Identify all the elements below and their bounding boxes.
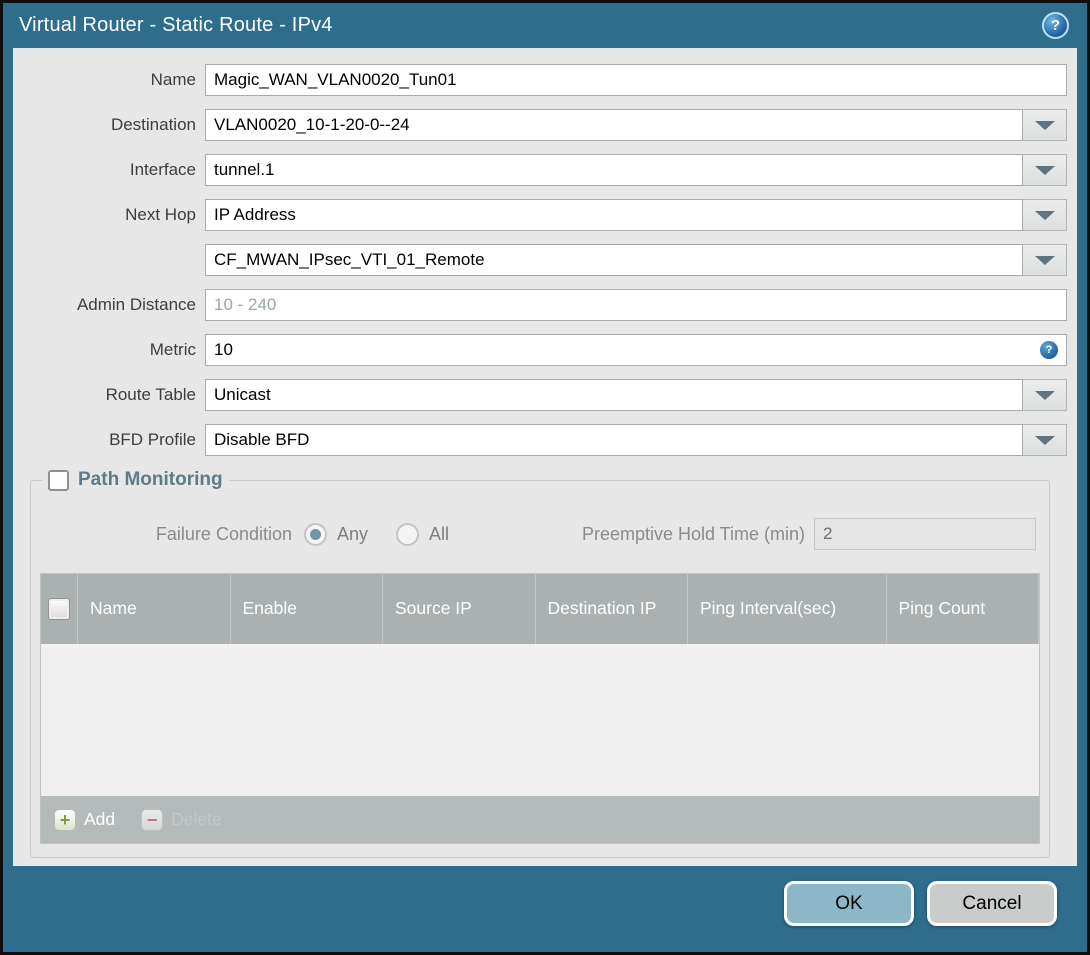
failure-condition-all-label: All xyxy=(429,523,450,544)
dialog-footer: OK Cancel xyxy=(3,866,1087,952)
next-hop-label: Next Hop xyxy=(125,205,196,224)
static-route-dialog: Virtual Router - Static Route - IPv4 ? N… xyxy=(0,0,1090,955)
interface-dropdown-button[interactable] xyxy=(1023,154,1067,186)
next-hop-address-dropdown-button[interactable] xyxy=(1023,244,1067,276)
route-table-row: Route Table xyxy=(13,379,1067,411)
name-label: Name xyxy=(150,70,196,89)
chevron-down-icon xyxy=(1034,120,1055,130)
column-header-name: Name xyxy=(78,574,231,644)
column-header-ping-count: Ping Count xyxy=(887,574,1039,644)
preemptive-hold-time-label: Preemptive Hold Time (min) xyxy=(581,523,805,544)
next-hop-dropdown-button[interactable] xyxy=(1023,199,1067,231)
admin-distance-input[interactable] xyxy=(205,289,1067,321)
name-input[interactable] xyxy=(205,64,1067,96)
path-monitoring-label: Path Monitoring xyxy=(78,469,223,490)
delete-icon: − xyxy=(141,808,164,831)
path-monitoring-checkbox[interactable] xyxy=(48,469,69,491)
bfd-profile-label: BFD Profile xyxy=(109,430,196,449)
interface-label: Interface xyxy=(129,160,196,179)
failure-condition-any-radio xyxy=(304,522,327,546)
add-button-label: Add xyxy=(84,809,116,829)
preemptive-hold-time-input xyxy=(814,518,1036,550)
add-button[interactable]: + Add xyxy=(54,808,116,831)
path-monitoring-legend: Path Monitoring xyxy=(42,469,229,491)
delete-button: − Delete xyxy=(141,808,222,831)
bfd-profile-dropdown-button[interactable] xyxy=(1023,424,1067,456)
destination-input[interactable] xyxy=(205,109,1023,141)
next-hop-address-row xyxy=(13,244,1067,276)
destination-row: Destination xyxy=(13,109,1067,141)
next-hop-row: Next Hop xyxy=(13,199,1067,231)
admin-distance-label: Admin Distance xyxy=(76,295,196,314)
column-header-destination-ip: Destination IP xyxy=(536,574,688,644)
failure-condition-all-radio xyxy=(396,522,420,546)
column-header-ping-interval: Ping Interval(sec) xyxy=(688,574,887,644)
admin-distance-row: Admin Distance xyxy=(13,289,1067,321)
select-all-column xyxy=(41,574,78,644)
column-header-source-ip: Source IP xyxy=(383,574,536,644)
failure-condition-label: Failure Condition xyxy=(155,523,292,544)
chevron-down-icon xyxy=(1034,165,1055,175)
next-hop-address-input[interactable] xyxy=(205,244,1023,276)
chevron-down-icon xyxy=(1034,390,1055,400)
chevron-down-icon xyxy=(1034,210,1055,220)
help-icon[interactable]: ? xyxy=(1042,12,1069,39)
path-monitoring-table: Name Enable Source IP Destination IP Pin… xyxy=(40,573,1040,844)
interface-input[interactable] xyxy=(205,154,1023,186)
route-table-dropdown-button[interactable] xyxy=(1023,379,1067,411)
destination-dropdown-button[interactable] xyxy=(1023,109,1067,141)
route-table-input[interactable] xyxy=(205,379,1023,411)
chevron-down-icon xyxy=(1034,255,1055,265)
table-toolbar: + Add − Delete xyxy=(41,796,1039,843)
table-header-row: Name Enable Source IP Destination IP Pin… xyxy=(41,574,1039,644)
name-row: Name xyxy=(13,64,1067,96)
dialog-titlebar: Virtual Router - Static Route - IPv4 ? xyxy=(3,3,1087,48)
cancel-button[interactable]: Cancel xyxy=(927,881,1057,926)
route-table-label: Route Table xyxy=(105,385,196,404)
dialog-content: Name Destination Interface Next Hop xyxy=(13,48,1077,866)
add-icon: + xyxy=(54,808,76,831)
metric-label: Metric xyxy=(149,340,196,359)
select-all-checkbox xyxy=(48,598,70,620)
dialog-title: Virtual Router - Static Route - IPv4 xyxy=(19,14,333,36)
ok-button[interactable]: OK xyxy=(784,881,914,926)
chevron-down-icon xyxy=(1034,435,1055,445)
failure-condition-any-label: Any xyxy=(337,523,369,544)
delete-button-label: Delete xyxy=(171,809,222,829)
path-monitoring-section: Path Monitoring Failure Condition Any Al… xyxy=(30,469,1050,858)
metric-input[interactable] xyxy=(205,334,1067,366)
bfd-profile-input[interactable] xyxy=(205,424,1023,456)
bfd-profile-row: BFD Profile xyxy=(13,424,1067,456)
table-body-empty xyxy=(41,644,1039,796)
next-hop-input[interactable] xyxy=(205,199,1023,231)
metric-row: Metric ? xyxy=(13,334,1067,366)
interface-row: Interface xyxy=(13,154,1067,186)
metric-help-icon[interactable]: ? xyxy=(1040,341,1058,359)
destination-label: Destination xyxy=(110,115,196,134)
column-header-enable: Enable xyxy=(231,574,383,644)
path-monitoring-options-row: Failure Condition Any All Preemptive Hol… xyxy=(40,517,1036,551)
